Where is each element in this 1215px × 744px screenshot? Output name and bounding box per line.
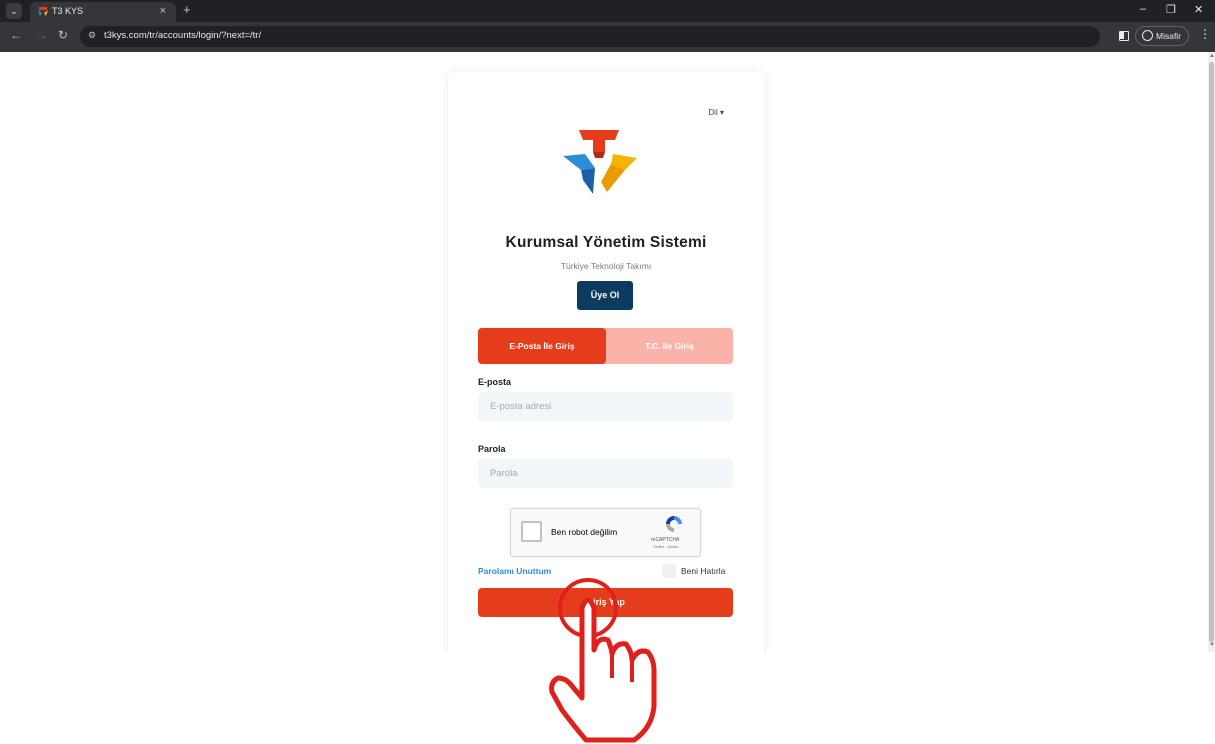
forward-icon[interactable]: →: [36, 28, 48, 42]
address-bar[interactable]: ⚙ t3kys.com/tr/accounts/login/?next=/tr/: [80, 26, 1100, 47]
recaptcha-checkbox[interactable]: [521, 521, 542, 542]
tab-tc-login[interactable]: T.C. İle Giriş: [606, 328, 733, 364]
tab-search-button[interactable]: ⌄: [6, 3, 22, 19]
close-icon[interactable]: ×: [160, 5, 166, 17]
profile-button[interactable]: Misafir: [1135, 26, 1189, 46]
t3-logo: [563, 130, 637, 194]
caret-down-icon: ▾: [719, 108, 724, 117]
reload-icon[interactable]: ↻: [58, 28, 68, 42]
tab-email-login[interactable]: E-Posta İle Giriş: [478, 328, 606, 364]
browser-tab[interactable]: T3 KYS ×: [30, 2, 176, 22]
plus-icon[interactable]: +: [183, 2, 191, 17]
chevron-down-icon: ⌄: [10, 6, 18, 16]
scroll-thumb[interactable]: [1209, 62, 1214, 642]
side-panel-icon[interactable]: [1119, 31, 1129, 41]
scroll-down-icon[interactable]: ▼: [1209, 642, 1215, 648]
remember-me-checkbox[interactable]: [662, 564, 676, 578]
page-subtitle: Türkiye Teknoloji Takımı: [560, 261, 652, 271]
recaptcha-widget: Ben robot değilim reCAPTCHA Gizlilik - Ş…: [510, 508, 701, 557]
remember-me-label: Beni Hatırla: [681, 566, 726, 576]
page-scrollbar[interactable]: ▲ ▼: [1208, 52, 1215, 652]
language-label: Dil: [708, 108, 718, 117]
browser-toolbar: ← → ↻ ⚙ t3kys.com/tr/accounts/login/?nex…: [0, 22, 1215, 52]
email-label: E-posta: [478, 377, 512, 387]
page-title: Kurumsal Yönetim Sistemi: [505, 234, 707, 251]
recaptcha-label: Ben robot değilim: [551, 527, 618, 537]
profile-icon: [1142, 30, 1153, 41]
site-info-icon[interactable]: ⚙: [88, 30, 96, 41]
page-viewport: Dil ▾ Kurumsal Yönetim Sistemi Türkiye T…: [0, 52, 1208, 652]
password-input[interactable]: [478, 459, 733, 488]
forgot-password-link[interactable]: Parolamı Unuttum: [478, 566, 551, 576]
language-dropdown[interactable]: Dil ▾: [708, 108, 724, 117]
login-card: Dil ▾ Kurumsal Yönetim Sistemi Türkiye T…: [448, 72, 764, 652]
recaptcha-icon: [666, 516, 682, 532]
profile-label: Misafir: [1156, 31, 1182, 41]
password-label: Parola: [478, 444, 506, 454]
restore-icon[interactable]: ❐: [1166, 3, 1176, 16]
login-method-tabs: E-Posta İle Giriş T.C. İle Giriş: [478, 328, 733, 364]
tab-title: T3 KYS: [52, 6, 84, 16]
window-close-icon[interactable]: ✕: [1194, 3, 1203, 16]
url-text[interactable]: t3kys.com/tr/accounts/login/?next=/tr/: [104, 30, 261, 41]
t3-favicon-icon: [38, 7, 48, 16]
scroll-up-icon[interactable]: ▲: [1209, 53, 1215, 59]
email-input[interactable]: [478, 392, 733, 421]
signup-button[interactable]: Üye Ol: [577, 281, 633, 310]
tab-bar: ⌄ T3 KYS × + – ❐ ✕: [0, 0, 1215, 22]
recaptcha-brand: reCAPTCHA: [651, 537, 680, 543]
more-menu-icon[interactable]: ⋮: [1199, 27, 1211, 41]
back-icon[interactable]: ←: [10, 28, 22, 42]
minimize-icon[interactable]: –: [1140, 3, 1146, 15]
recaptcha-terms-link[interactable]: Gizlilik - Şartlar: [653, 545, 679, 549]
pointing-hand-icon: [549, 578, 657, 743]
